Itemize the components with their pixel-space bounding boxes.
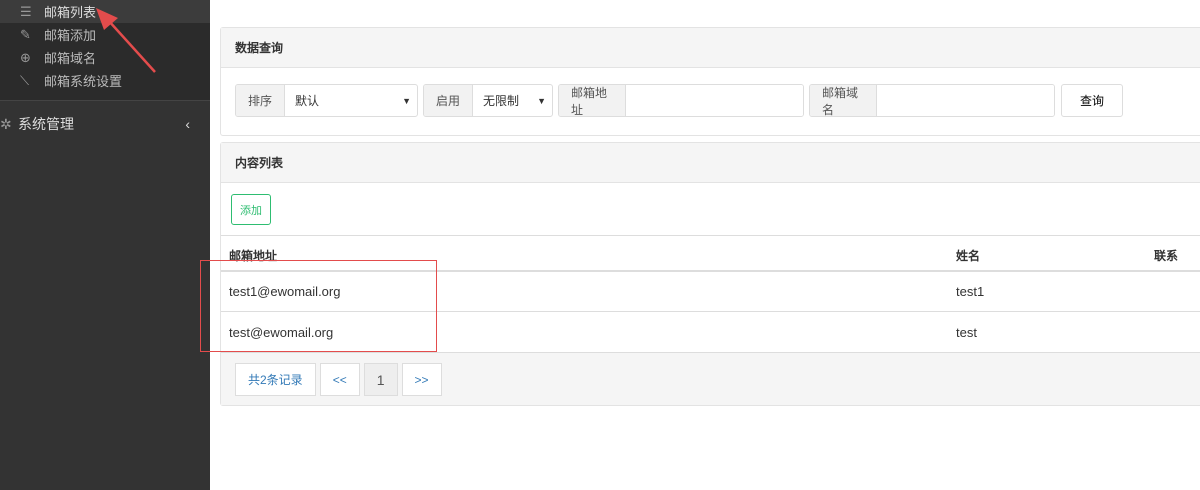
domain-group: 邮箱域名 — [809, 84, 1055, 117]
cell-contact — [1146, 311, 1200, 353]
pagination: 共2条记录 << 1 >> — [221, 353, 1200, 405]
enable-select[interactable]: 无限制 ▼ — [473, 85, 552, 116]
caret-down-icon: ▼ — [537, 95, 546, 106]
enable-label: 启用 — [424, 85, 474, 116]
next-page-button[interactable]: >> — [401, 363, 442, 396]
panel-title: 数据查询 — [221, 28, 1200, 68]
enable-value: 无限制 — [483, 94, 520, 108]
caret-down-icon: ▼ — [402, 95, 411, 106]
sort-select[interactable]: 默认 ▼ — [285, 85, 417, 116]
add-button[interactable]: 添加 — [231, 194, 271, 225]
query-panel: 数据查询 排序 默认 ▼ 启用 无限制 ▼ 邮箱地址 邮箱域名 查询 — [220, 27, 1200, 136]
annotation-arrow-icon — [96, 8, 156, 73]
panel-title: 内容列表 — [221, 143, 1200, 183]
cell-name: test — [948, 311, 1146, 353]
cell-contact — [1146, 270, 1200, 312]
email-input[interactable] — [626, 85, 803, 116]
enable-group: 启用 无限制 ▼ — [423, 84, 553, 117]
page-1-button[interactable]: 1 — [363, 363, 398, 396]
sort-value: 默认 — [295, 94, 320, 108]
sidebar-group-label: 系统管理 — [18, 116, 74, 132]
search-button[interactable]: 查询 — [1061, 84, 1124, 117]
gear-icon: ✲ — [0, 115, 12, 132]
domain-label: 邮箱域名 — [810, 85, 877, 116]
domain-input[interactable] — [877, 85, 1054, 116]
cell-name: test1 — [948, 270, 1146, 312]
sort-label: 排序 — [236, 85, 286, 116]
total-records: 共2条记录 — [235, 363, 316, 396]
prev-page-button[interactable]: << — [319, 363, 360, 396]
query-form: 排序 默认 ▼ 启用 无限制 ▼ 邮箱地址 邮箱域名 查询 — [221, 68, 1200, 117]
email-label: 邮箱地址 — [559, 85, 626, 116]
email-group: 邮箱地址 — [558, 84, 804, 117]
column-name: 姓名 — [948, 235, 1146, 272]
column-contact: 联系 — [1146, 235, 1200, 272]
chevron-left-icon: ‹ — [185, 116, 190, 132]
sort-group: 排序 默认 ▼ — [235, 84, 418, 117]
annotation-highlight-box — [200, 260, 437, 352]
sidebar-group-system[interactable]: ✲ 系统管理 ‹ — [0, 101, 210, 147]
